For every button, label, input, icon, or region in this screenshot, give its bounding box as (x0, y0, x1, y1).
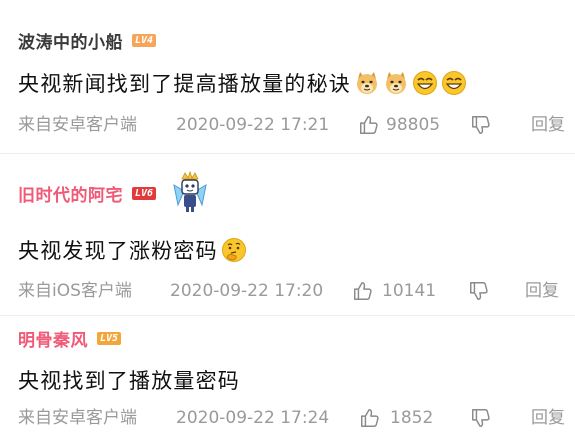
comment-meta: 来自安卓客户端 2020-09-22 17:24 1852 回复 (18, 406, 575, 430)
thumbs-up-icon[interactable] (358, 114, 380, 136)
comment-meta: 来自安卓客户端 2020-09-22 17:21 98805 回复 (18, 113, 575, 137)
comment-text: 央视发现了涨粉密码 (18, 239, 218, 263)
timestamp: 2020-09-22 17:21 (176, 115, 330, 135)
comment-text: 央视找到了播放量密码 (18, 369, 240, 393)
thumbs-up-icon[interactable] (359, 407, 381, 429)
divider (0, 153, 575, 154)
reply-button[interactable]: 回复 (531, 406, 565, 430)
timestamp: 2020-09-22 17:20 (170, 281, 324, 301)
client-source: 来自安卓客户端 (18, 115, 137, 135)
level-badge: LV4 (132, 34, 157, 47)
thumbs-down-icon[interactable] (470, 407, 492, 429)
thumbs-down-icon[interactable] (470, 114, 492, 136)
comment-item: 旧时代的阿宅 LV6 央视发现了涨粉密码 来自iOS客户端 2020-09-22… (0, 153, 575, 315)
reply-button[interactable]: 回复 (531, 113, 565, 137)
comment-text-row: 央视新闻找到了提高播放量的秘诀 (18, 68, 467, 98)
thinking-face-icon (221, 238, 246, 262)
reply-button[interactable]: 回复 (525, 279, 559, 303)
client-source: 来自安卓客户端 (18, 408, 137, 428)
like-count: 98805 (386, 115, 441, 135)
comment-text: 央视新闻找到了提高播放量的秘诀 (18, 72, 351, 96)
level-badge: LV6 (132, 186, 157, 200)
client-source: 来自iOS客户端 (18, 281, 132, 301)
thumbs-up-icon[interactable] (352, 280, 374, 302)
doge-icon (386, 72, 406, 94)
grin-icon (442, 71, 466, 95)
timestamp: 2020-09-22 17:24 (176, 408, 330, 428)
like-count: 1852 (390, 408, 434, 428)
level-badge: LV5 (97, 332, 122, 345)
doge-icon (357, 72, 377, 94)
comment-text-row: 央视找到了播放量密码 (18, 365, 240, 395)
thumbs-down-icon[interactable] (468, 280, 490, 302)
comment-text-row: 央视发现了涨粉密码 (18, 235, 247, 265)
username[interactable]: 波涛中的小船 (18, 28, 123, 53)
comment-header: 明骨秦风 LV5 (18, 326, 122, 351)
divider (0, 315, 575, 316)
comment-header: 波涛中的小船 LV4 (18, 28, 157, 53)
crown-robot-badge-icon (173, 171, 207, 212)
comment-header: 旧时代的阿宅 LV6 (18, 171, 212, 215)
comment-item: 明骨秦风 LV5 央视找到了播放量密码 来自安卓客户端 2020-09-22 1… (0, 315, 575, 442)
grin-icon (413, 71, 437, 95)
username[interactable]: 明骨秦风 (18, 326, 88, 351)
like-count: 10141 (382, 281, 437, 301)
comment-meta: 来自iOS客户端 2020-09-22 17:20 10141 回复 (18, 279, 575, 303)
comment-item: 波涛中的小船 LV4 央视新闻找到了提高播放量的秘诀 来自安卓客户端 2020-… (0, 0, 575, 153)
username[interactable]: 旧时代的阿宅 (18, 181, 123, 206)
